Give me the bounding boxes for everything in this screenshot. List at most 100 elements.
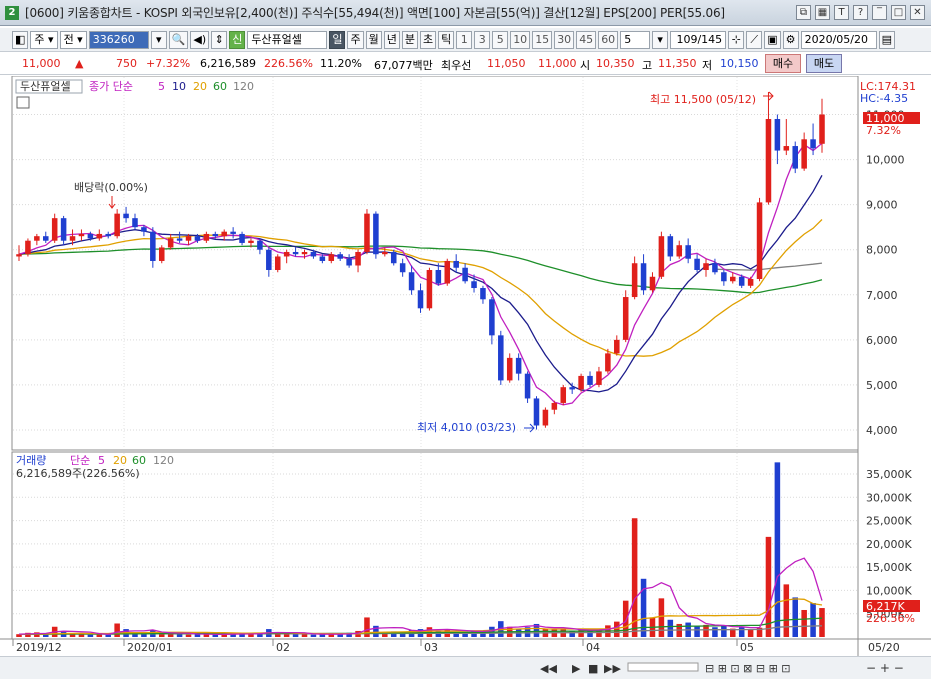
interval-10[interactable]: 10 bbox=[510, 30, 531, 49]
volume-bar bbox=[301, 634, 308, 637]
candle-body bbox=[480, 288, 486, 300]
page-counter: 109/145 bbox=[670, 30, 727, 49]
save-icon[interactable]: ▣ bbox=[764, 30, 781, 49]
candle-body bbox=[774, 119, 781, 151]
close-icon[interactable]: ✕ bbox=[910, 5, 925, 20]
layout-icon[interactable]: ◧ bbox=[12, 30, 29, 49]
interval-5[interactable]: 5 bbox=[492, 30, 509, 49]
high-label: 고 bbox=[642, 59, 653, 72]
price-change-rate: +7.32% bbox=[146, 57, 191, 70]
text-icon[interactable]: T bbox=[834, 5, 849, 20]
volume-tick-label: 30,000K bbox=[866, 491, 912, 504]
interval-dropdown-icon[interactable]: ▾ bbox=[652, 30, 669, 49]
zoom-controls-icon[interactable]: − + − bbox=[866, 661, 904, 675]
scrollbar-track[interactable] bbox=[627, 662, 699, 672]
trade-volume: 6,216,589 bbox=[200, 57, 256, 70]
scroll-left-icon[interactable]: ◀◀ bbox=[540, 662, 557, 675]
tab-tick[interactable]: 틱 bbox=[438, 30, 455, 49]
stop-icon[interactable]: ■ bbox=[588, 662, 598, 675]
candle-body bbox=[328, 254, 335, 261]
candle-body bbox=[132, 218, 138, 228]
volume-bar bbox=[658, 598, 665, 637]
hc-value: HC:-4.35 bbox=[860, 92, 908, 105]
buy-button[interactable]: 매수 bbox=[765, 54, 801, 73]
candle-body bbox=[78, 233, 85, 237]
new-listing-badge: 신 bbox=[229, 30, 246, 49]
tab-minute[interactable]: 분 bbox=[401, 30, 418, 49]
candle-body bbox=[524, 373, 531, 399]
price-tick-label: 10,000 bbox=[866, 154, 905, 167]
interval-45[interactable]: 45 bbox=[576, 30, 597, 49]
tab-week[interactable]: 주 bbox=[347, 30, 364, 49]
candle-body bbox=[123, 213, 129, 219]
volume-bar bbox=[810, 603, 816, 637]
volume-bar bbox=[292, 634, 299, 637]
market-type-select[interactable]: 주 ▾ bbox=[30, 30, 58, 49]
candle-body bbox=[43, 236, 49, 241]
candle-body bbox=[747, 279, 754, 286]
candle-body bbox=[337, 254, 343, 259]
interval-input[interactable]: 5 bbox=[620, 30, 651, 49]
interval-15[interactable]: 15 bbox=[532, 30, 553, 49]
draw-tool-icon[interactable]: ⟋ bbox=[746, 30, 763, 49]
date-label: 2020/01 bbox=[127, 641, 173, 654]
date-field[interactable]: 2020/05/20 bbox=[800, 30, 877, 49]
interval-60[interactable]: 60 bbox=[598, 30, 619, 49]
tab-month[interactable]: 월 bbox=[365, 30, 382, 49]
volume-bar bbox=[792, 597, 798, 637]
candle-body bbox=[212, 233, 219, 237]
grid-icon[interactable]: ▦ bbox=[815, 5, 830, 20]
minimize-icon[interactable]: ‾ bbox=[872, 5, 887, 20]
zoom-tools-icon[interactable]: ⊟ ⊞ ⊡ ⊠ ⊟ ⊞ ⊡ bbox=[705, 662, 791, 675]
table-icon[interactable] bbox=[16, 96, 30, 109]
interval-3[interactable]: 3 bbox=[474, 30, 491, 49]
stock-code-input[interactable]: 336260 bbox=[88, 30, 149, 49]
volume-bar bbox=[105, 634, 111, 637]
help-icon[interactable]: ? bbox=[853, 5, 868, 20]
candle-body bbox=[765, 119, 772, 203]
candle-body bbox=[60, 218, 67, 241]
stock-chart[interactable]: 11,00010,0009,0008,0007,0006,0005,0004,0… bbox=[0, 75, 931, 656]
candle-body bbox=[301, 251, 308, 255]
volume-bar bbox=[667, 619, 674, 637]
volume-bar bbox=[774, 462, 781, 637]
play-icon[interactable]: ▶ bbox=[572, 662, 581, 675]
search-icon[interactable]: 🔍 bbox=[168, 30, 189, 49]
crosshair-icon[interactable]: ⊹ bbox=[728, 30, 745, 49]
volume-bar bbox=[712, 627, 718, 637]
interval-1[interactable]: 1 bbox=[456, 30, 473, 49]
candle-body bbox=[266, 249, 272, 270]
volume-tick-label: 10,000K bbox=[866, 584, 912, 597]
volume-bar bbox=[801, 609, 807, 637]
chart-area[interactable]: 11,00010,0009,0008,0007,0006,0005,0004,0… bbox=[0, 75, 931, 656]
tab-second[interactable]: 초 bbox=[419, 30, 437, 49]
candle-body bbox=[444, 260, 451, 284]
tab-day[interactable]: 일 bbox=[329, 30, 346, 49]
prev-select[interactable]: 전 ▾ bbox=[59, 30, 87, 49]
low-label: 저 bbox=[702, 59, 713, 72]
tab-year[interactable]: 년 bbox=[383, 30, 400, 49]
link-icon[interactable]: ⧉ bbox=[796, 5, 811, 20]
volume-bar bbox=[631, 518, 638, 637]
candle-body bbox=[721, 272, 727, 282]
legend-ma5: 5 bbox=[158, 80, 165, 93]
calendar-icon[interactable]: ▤ bbox=[878, 30, 895, 49]
candle-body bbox=[489, 299, 495, 336]
arrow-updown-icon[interactable]: ⇕ bbox=[211, 30, 228, 49]
volume-bar bbox=[87, 634, 94, 637]
date-label: 05/20 bbox=[868, 641, 900, 654]
candle-body bbox=[596, 371, 602, 385]
interval-30[interactable]: 30 bbox=[554, 30, 575, 49]
volume-bar bbox=[703, 624, 709, 637]
code-dropdown-icon[interactable]: ▾ bbox=[150, 30, 167, 49]
volume-bar bbox=[114, 623, 120, 637]
candle-body bbox=[203, 233, 210, 241]
speaker-icon[interactable]: ◀) bbox=[190, 30, 210, 49]
candle-body bbox=[631, 263, 638, 298]
sell-button[interactable]: 매도 bbox=[806, 54, 842, 73]
settings-icon[interactable]: ⚙ bbox=[782, 30, 799, 49]
low-marker: 최저 4,010 (03/23) bbox=[417, 421, 516, 434]
scroll-right-icon[interactable]: ▶▶ bbox=[604, 662, 621, 675]
candle-body bbox=[426, 269, 433, 309]
maximize-icon[interactable]: □ bbox=[891, 5, 906, 20]
